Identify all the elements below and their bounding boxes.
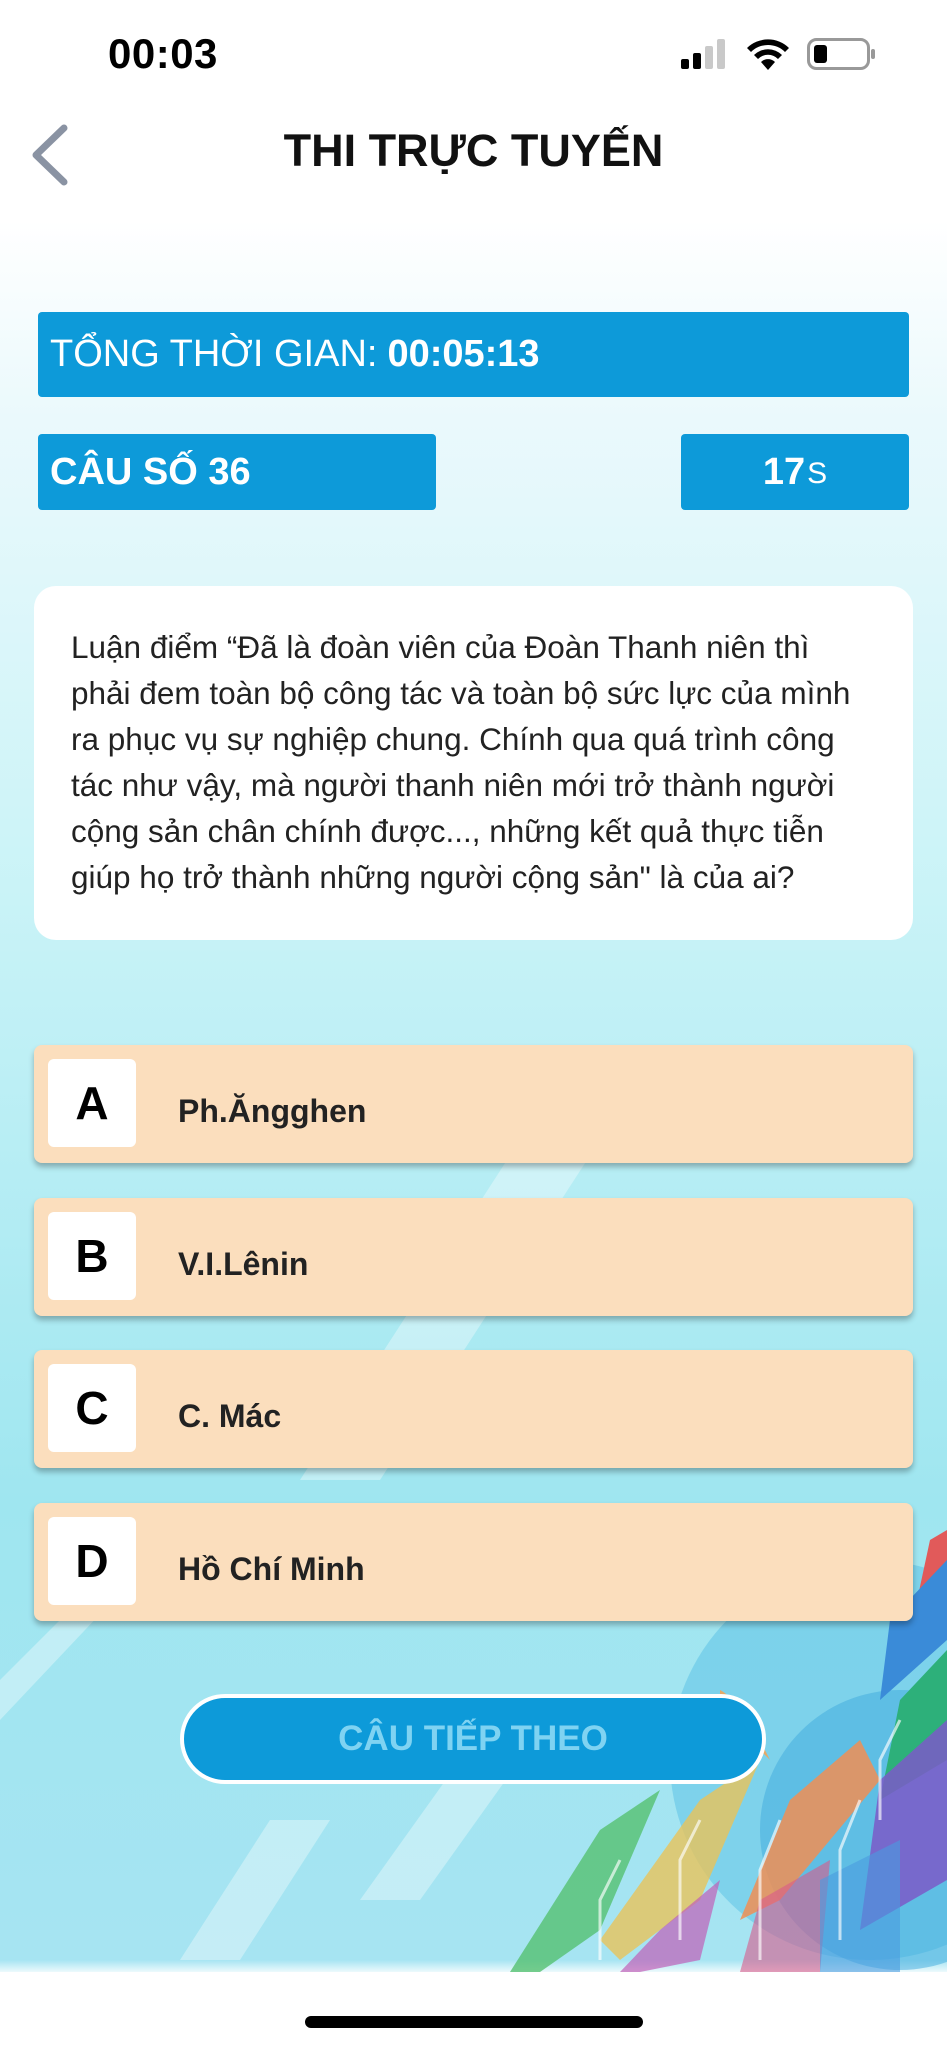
countdown-unit: S <box>807 457 828 490</box>
question-card: Luận điểm “Đã là đoàn viên của Đoàn Than… <box>34 586 913 940</box>
total-time-label: TỔNG THỜI GIAN: <box>50 333 378 375</box>
home-indicator[interactable] <box>305 2016 643 2028</box>
answer-text: Hồ Chí Minh <box>178 1550 365 1587</box>
question-number-label: CÂU SỐ 36 <box>50 450 251 493</box>
answer-option-c[interactable]: C C. Mác <box>34 1350 913 1468</box>
total-time-bar: TỔNG THỜI GIAN: 00:05:13 <box>38 312 909 397</box>
answer-text: C. Mác <box>178 1397 282 1434</box>
cellular-signal-icon <box>681 39 725 69</box>
answer-letter: D <box>48 1517 136 1605</box>
answer-text: Ph.Ăngghen <box>178 1092 367 1129</box>
answer-option-a[interactable]: A Ph.Ăngghen <box>34 1045 913 1163</box>
question-text: Luận điểm “Đã là đoàn viên của Đoàn Than… <box>71 629 851 895</box>
battery-icon <box>807 38 875 70</box>
answer-letter: A <box>48 1059 136 1147</box>
wifi-icon <box>747 39 789 70</box>
status-time: 00:03 <box>108 30 218 77</box>
question-countdown-bar: 17 S <box>681 434 909 510</box>
next-question-button[interactable]: CÂU TIẾP THEO <box>180 1694 766 1784</box>
answer-option-b[interactable]: B V.I.Lênin <box>34 1198 913 1316</box>
quiz-screen: 00:03 THI TRỰC TUYẾN TỔNG THỜI GIAN: 00:… <box>0 0 947 2048</box>
page-title: THI TRỰC TUYẾN <box>283 125 664 176</box>
bottom-safe-area <box>0 1972 947 2048</box>
status-icons <box>681 38 877 70</box>
answer-letter: C <box>48 1364 136 1452</box>
answer-letter: B <box>48 1212 136 1300</box>
countdown-seconds: 17 <box>762 450 806 493</box>
answer-text: V.I.Lênin <box>178 1245 309 1282</box>
answer-option-d[interactable]: D Hồ Chí Minh <box>34 1503 913 1621</box>
question-number-bar: CÂU SỐ 36 <box>38 434 436 510</box>
total-time-value: 00:05:13 <box>387 333 540 375</box>
